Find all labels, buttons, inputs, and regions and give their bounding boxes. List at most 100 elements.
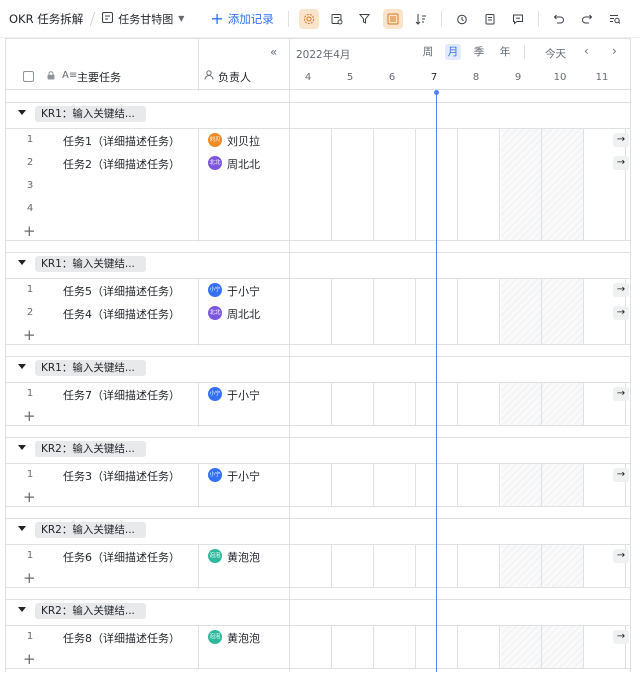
owner-name[interactable]: 周北北 [227, 306, 260, 322]
owner-name[interactable]: 刘贝拉 [227, 133, 260, 149]
main-task-column-header[interactable]: 主要任务 [77, 69, 121, 85]
task-name[interactable]: 任务7（详细描述任务） [63, 387, 180, 403]
add-row-icon[interactable]: + [23, 571, 36, 586]
collapse-group-icon[interactable] [18, 607, 26, 612]
group-header[interactable]: KR1：输入关键结... [6, 103, 290, 125]
scroll-to-bar-button[interactable]: → [613, 387, 629, 401]
group-header[interactable]: KR2：输入关键结... [6, 600, 290, 622]
add-record-button[interactable]: + 添加记录 [210, 8, 273, 28]
scroll-to-bar-button[interactable]: → [613, 306, 629, 320]
undo-icon[interactable] [549, 9, 569, 29]
add-row-icon[interactable]: + [23, 490, 36, 505]
scale-week-button[interactable]: 周 [420, 44, 436, 60]
column-divider[interactable] [198, 39, 199, 91]
table-row[interactable]: 1 任务1（详细描述任务） 刘贝 刘贝拉 [6, 129, 290, 152]
group-header[interactable]: KR1：输入关键结... [6, 253, 290, 275]
comment-icon[interactable] [508, 9, 528, 29]
reminder-icon[interactable] [452, 9, 472, 29]
scroll-to-bar-button[interactable]: → [613, 630, 629, 644]
collapse-group-icon[interactable] [18, 364, 26, 369]
owner-name[interactable]: 黄泡泡 [227, 549, 260, 565]
table-row[interactable]: 3 [6, 175, 290, 198]
add-row-icon[interactable]: + [23, 409, 36, 424]
owner-column-header[interactable]: 负责人 [218, 69, 251, 85]
group-header[interactable]: KR1：输入关键结... [6, 357, 290, 379]
sort-icon[interactable] [411, 9, 431, 29]
timeline-group-band: → → [290, 252, 630, 345]
group-label: KR2：输入关键结... [35, 441, 146, 457]
timeline-gridline [583, 129, 584, 240]
owner-name[interactable]: 于小宁 [227, 283, 260, 299]
group-header[interactable]: KR2：输入关键结... [6, 438, 290, 460]
table-row[interactable]: 2 任务4（详细描述任务） 北北 周北北 [6, 302, 290, 325]
timeline-gridline [499, 626, 500, 668]
weekend-shading [501, 626, 584, 668]
timeline-gridline [499, 129, 500, 240]
group-icon[interactable] [382, 8, 403, 29]
timeline-gridline [499, 383, 500, 425]
group-label: KR1：输入关键结... [35, 106, 146, 122]
add-row-icon[interactable]: + [23, 328, 36, 343]
collapse-pane-icon[interactable]: « [270, 45, 277, 59]
table-row[interactable]: 1 任务3（详细描述任务） 小宁 于小宁 [6, 464, 290, 487]
timeline-gridline [415, 129, 416, 240]
collapse-group-icon[interactable] [18, 260, 26, 265]
record-group: KR2：输入关键结... 1 任务3（详细描述任务） 小宁 于小宁 + [6, 437, 290, 508]
settings-icon[interactable] [298, 8, 319, 29]
field-config-icon[interactable] [327, 9, 347, 29]
chevron-right-icon[interactable]: › [612, 44, 617, 58]
table-row[interactable]: 1 任务6（详细描述任务） 泡泡 黄泡泡 [6, 545, 290, 568]
view-switcher[interactable]: 任务甘特图 ▼ [102, 11, 184, 27]
avatar: 小宁 [208, 387, 222, 401]
collapse-group-icon[interactable] [18, 526, 26, 531]
add-row-icon[interactable]: + [23, 652, 36, 667]
form-icon[interactable] [480, 9, 500, 29]
scale-quarter-button[interactable]: 季 [471, 44, 487, 60]
chevron-left-icon[interactable]: ‹ [584, 44, 589, 58]
timeline-gridline [457, 383, 458, 425]
timeline-gridline [415, 383, 416, 425]
table-row[interactable]: 2 任务2（详细描述任务） 北北 周北北 [6, 152, 290, 175]
table-row[interactable]: 4 [6, 198, 290, 221]
timeline-gridline [331, 626, 332, 668]
group-header[interactable]: KR2：输入关键结... [6, 519, 290, 541]
task-name[interactable]: 任务3（详细描述任务） [63, 468, 180, 484]
collapse-group-icon[interactable] [18, 445, 26, 450]
task-name[interactable]: 任务4（详细描述任务） [63, 306, 180, 322]
add-row-icon[interactable]: + [23, 224, 36, 239]
today-button[interactable]: 今天 [545, 46, 566, 61]
scroll-to-bar-button[interactable]: → [613, 468, 629, 482]
owner-name[interactable]: 黄泡泡 [227, 630, 260, 646]
plus-icon: + [210, 8, 224, 28]
person-icon [204, 70, 214, 83]
header-divider [524, 45, 525, 59]
redo-icon[interactable] [577, 9, 597, 29]
task-name[interactable]: 任务6（详细描述任务） [63, 549, 180, 565]
scroll-to-bar-button[interactable]: → [613, 133, 629, 147]
task-name[interactable]: 任务5（详细描述任务） [63, 283, 180, 299]
search-icon[interactable] [605, 9, 625, 29]
collapse-group-icon[interactable] [18, 110, 26, 115]
scroll-to-bar-button[interactable]: → [613, 549, 629, 563]
scroll-to-bar-button[interactable]: → [613, 156, 629, 170]
owner-name[interactable]: 周北北 [227, 156, 260, 172]
select-all-checkbox[interactable] [23, 71, 34, 82]
table-row[interactable]: 1 任务5（详细描述任务） 小宁 于小宁 [6, 279, 290, 302]
filter-icon[interactable] [355, 9, 375, 29]
task-name[interactable]: 任务8（详细描述任务） [63, 630, 180, 646]
table-row[interactable]: 1 任务7（详细描述任务） 小宁 于小宁 [6, 383, 290, 406]
lock-icon [47, 70, 55, 83]
table-title[interactable]: OKR 任务拆解 [9, 11, 83, 27]
scale-year-button[interactable]: 年 [497, 44, 513, 60]
weekend-shading [501, 279, 584, 344]
scroll-to-bar-button[interactable]: → [613, 283, 629, 297]
task-name[interactable]: 任务2（详细描述任务） [63, 156, 180, 172]
avatar: 北北 [208, 156, 222, 170]
scale-month-button[interactable]: 月 [445, 44, 461, 60]
owner-name[interactable]: 于小宁 [227, 468, 260, 484]
task-name[interactable]: 任务1（详细描述任务） [63, 133, 180, 149]
owner-name[interactable]: 于小宁 [227, 387, 260, 403]
timeline-gridline [583, 545, 584, 587]
table-row[interactable]: 1 任务8（详细描述任务） 泡泡 黄泡泡 [6, 626, 290, 649]
record-group: KR1：输入关键结... 1 任务1（详细描述任务） 刘贝 刘贝拉 2 任务2（详细描述任务… [6, 102, 290, 242]
